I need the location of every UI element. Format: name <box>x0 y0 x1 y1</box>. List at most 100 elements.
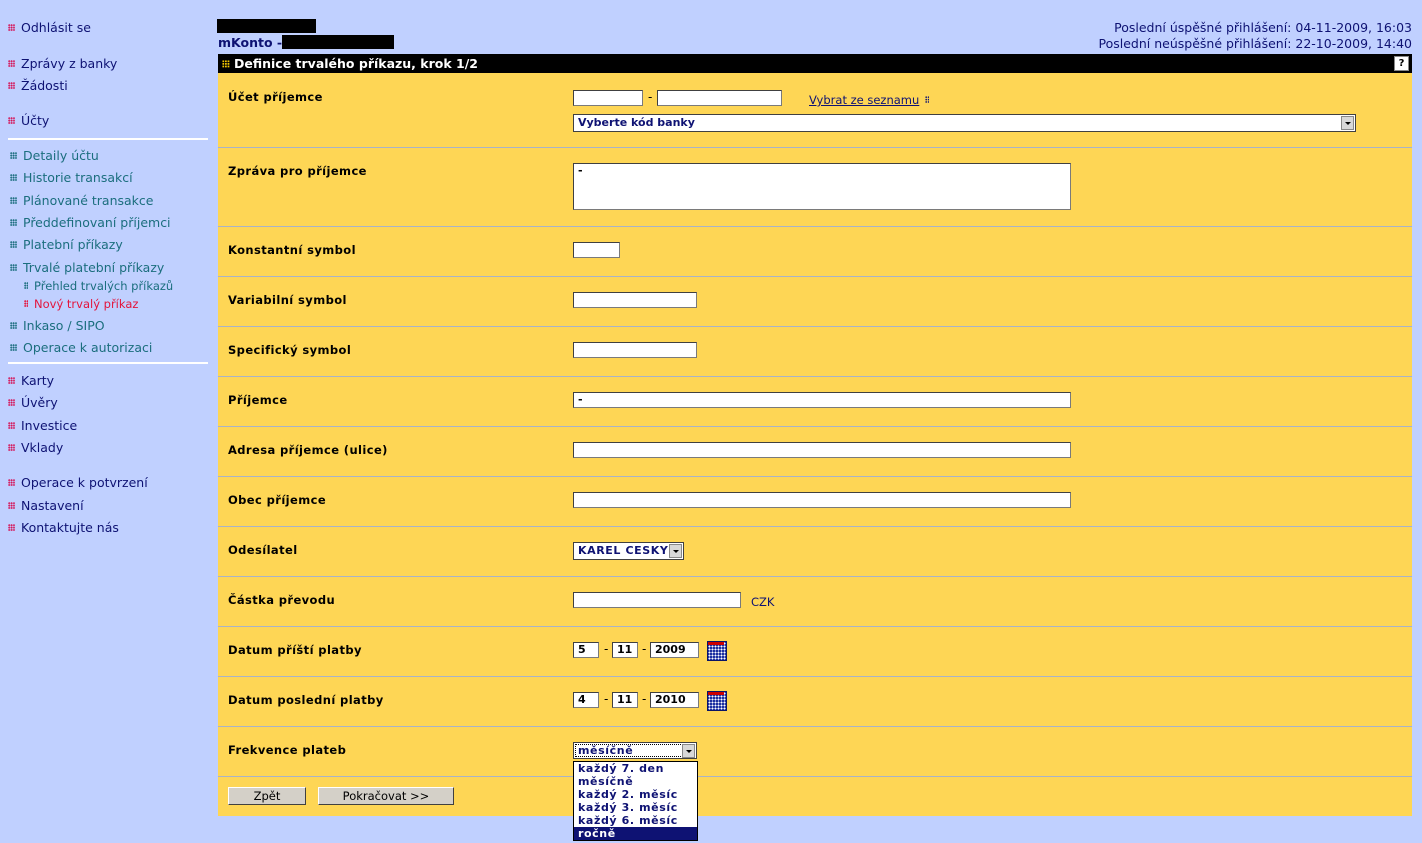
nav-predefined-recipients[interactable]: Předdefinovaní příjemci <box>10 215 171 230</box>
constant-symbol-input[interactable] <box>573 242 620 258</box>
select-from-list-link[interactable]: Vybrat ze seznamu <box>809 93 919 107</box>
bullet-icon <box>8 117 15 124</box>
recipient-account-label: Účet příjemce <box>228 90 323 104</box>
recipient-city-label: Obec příjemce <box>228 493 327 507</box>
nav-divider <box>8 362 208 364</box>
bullet-icon <box>8 60 15 67</box>
frequency-dropdown-list: každý 7. den měsíčně každý 2. měsíc každ… <box>573 761 698 841</box>
sender-select[interactable]: KAREL CESKY <box>573 542 684 560</box>
frequency-option-highlighted[interactable]: ročně <box>574 827 697 840</box>
bullet-icon <box>10 264 17 271</box>
bullet-icon <box>8 502 15 509</box>
nav-accounts[interactable]: Účty <box>8 113 49 128</box>
nav-loans[interactable]: Úvěry <box>8 395 58 410</box>
specific-symbol-input[interactable] <box>573 342 697 358</box>
bullet-icon <box>10 322 17 329</box>
next-payment-month-input[interactable]: 11 <box>612 642 638 658</box>
bullet-icon <box>10 197 17 204</box>
calendar-icon[interactable] <box>707 691 727 711</box>
bullet-icon <box>8 479 15 486</box>
bullet-icon <box>10 174 17 181</box>
form-row <box>218 526 1412 577</box>
frequency-option[interactable]: měsíčně <box>574 775 697 788</box>
nav-standing-orders[interactable]: Trvalé platební příkazy <box>10 260 164 275</box>
bullet-icon <box>24 282 28 289</box>
account-number-input[interactable] <box>657 90 782 106</box>
last-payment-label: Datum poslední platby <box>228 693 384 707</box>
frequency-option[interactable]: každý 7. den <box>574 762 697 775</box>
nav-standing-orders-overview[interactable]: Přehled trvalých příkazů <box>24 279 173 293</box>
recipient-address-label: Adresa příjemce (ulice) <box>228 443 388 457</box>
form-row <box>218 226 1412 277</box>
nav-confirm-ops[interactable]: Operace k potvrzení <box>8 475 148 490</box>
frequency-label: Frekvence plateb <box>228 743 347 757</box>
frequency-option[interactable]: každý 3. měsíc <box>574 801 697 814</box>
link-arrow-icon <box>925 96 929 103</box>
nav-settings[interactable]: Nastavení <box>8 498 84 513</box>
frequency-option[interactable]: každý 6. měsíc <box>574 814 697 827</box>
frequency-option[interactable]: každý 2. měsíc <box>574 788 697 801</box>
chevron-down-icon[interactable] <box>682 744 695 758</box>
last-payment-month-input[interactable]: 11 <box>612 692 638 708</box>
redacted-account-number <box>282 35 394 49</box>
bullet-icon <box>222 59 230 68</box>
nav-scheduled-transactions[interactable]: Plánované transakce <box>10 193 153 208</box>
form-row <box>218 676 1412 727</box>
form-row <box>218 326 1412 377</box>
bullet-icon <box>24 300 28 307</box>
currency-label: CZK <box>751 595 775 609</box>
constant-symbol-label: Konstantní symbol <box>228 243 356 257</box>
chevron-down-icon[interactable] <box>1341 116 1354 130</box>
nav-authorization-ops[interactable]: Operace k autorizaci <box>10 340 152 355</box>
nav-direct-debit[interactable]: Inkaso / SIPO <box>10 318 105 333</box>
recipient-city-input[interactable] <box>573 492 1071 508</box>
message-textarea[interactable]: - <box>573 163 1071 210</box>
nav-contact-us[interactable]: Kontaktujte nás <box>8 520 119 535</box>
recipient-input[interactable]: - <box>573 392 1071 408</box>
nav-investments[interactable]: Investice <box>8 418 77 433</box>
nav-transaction-history[interactable]: Historie transakcí <box>10 170 133 185</box>
nav-cards[interactable]: Karty <box>8 373 54 388</box>
chevron-down-icon[interactable] <box>669 544 682 558</box>
nav-payment-orders[interactable]: Platební příkazy <box>10 237 123 252</box>
form-title-bar: Definice trvalého příkazu, krok 1/2 ? <box>218 54 1412 73</box>
last-successful-login: Poslední úspěšné přihlášení: 04-11-2009,… <box>1114 20 1412 35</box>
sidebar-nav: Odhlásit se Zprávy z banky Žádosti Účty … <box>0 0 215 843</box>
nav-bank-messages[interactable]: Zprávy z banky <box>8 56 117 71</box>
form-row <box>218 576 1412 627</box>
last-payment-day-input[interactable]: 4 <box>573 692 599 708</box>
bullet-icon <box>10 241 17 248</box>
account-prefix-input[interactable] <box>573 90 643 106</box>
date-separator: - <box>604 642 609 656</box>
recipient-label: Příjemce <box>228 393 288 407</box>
recipient-address-input[interactable] <box>573 442 1071 458</box>
nav-deposits[interactable]: Vklady <box>8 440 63 455</box>
nav-logout[interactable]: Odhlásit se <box>8 20 91 35</box>
nav-account-details[interactable]: Detaily účtu <box>10 148 99 163</box>
amount-label: Částka převodu <box>228 593 336 607</box>
help-icon[interactable]: ? <box>1394 56 1409 71</box>
next-payment-year-input[interactable]: 2009 <box>650 642 699 658</box>
bullet-icon <box>8 82 15 89</box>
account-separator: - <box>648 90 653 104</box>
next-payment-day-input[interactable]: 5 <box>573 642 599 658</box>
form-row <box>218 276 1412 327</box>
continue-button[interactable]: Pokračovat >> <box>318 787 454 805</box>
bullet-icon <box>8 524 15 531</box>
frequency-select[interactable]: měsíčně <box>573 742 697 759</box>
nav-requests[interactable]: Žádosti <box>8 78 68 93</box>
amount-input[interactable] <box>573 592 741 608</box>
date-separator: - <box>642 642 647 656</box>
variable-symbol-input[interactable] <box>573 292 697 308</box>
bullet-icon <box>8 24 15 31</box>
bullet-icon <box>10 219 17 226</box>
last-payment-year-input[interactable]: 2010 <box>650 692 699 708</box>
bullet-icon <box>8 444 15 451</box>
calendar-icon[interactable] <box>707 641 727 661</box>
nav-new-standing-order[interactable]: Nový trvalý příkaz <box>24 297 138 311</box>
form-title: Definice trvalého příkazu, krok 1/2 <box>234 56 478 71</box>
bullet-icon <box>8 399 15 406</box>
back-button[interactable]: Zpět <box>228 787 306 805</box>
bullet-icon <box>10 152 17 159</box>
bank-code-select[interactable]: Vyberte kód banky <box>573 114 1356 132</box>
